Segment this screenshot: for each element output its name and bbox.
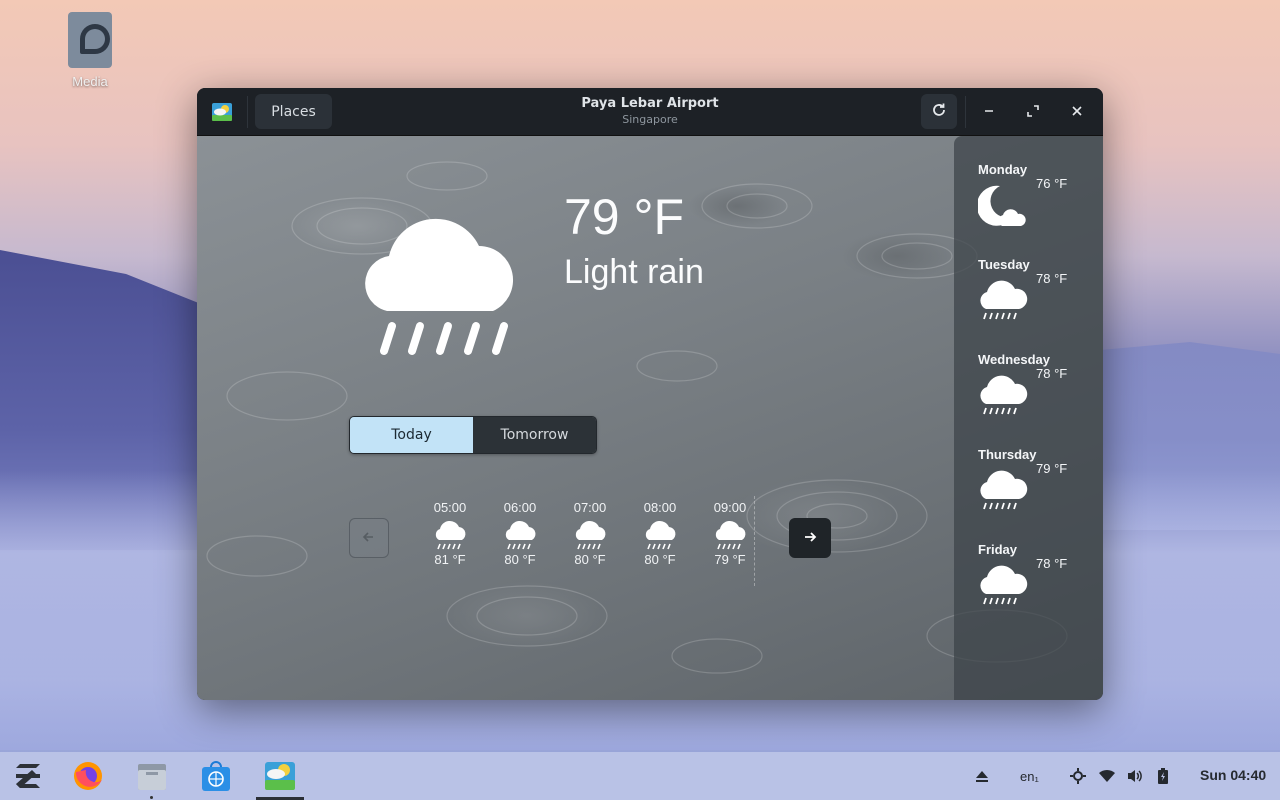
eject-icon (976, 771, 988, 782)
forecast-day: Tuesday 78 °F (978, 257, 1098, 347)
hour-time: 09:00 (713, 500, 747, 515)
light-rain-icon (505, 520, 536, 550)
hourly-item: 06:00 80 °F (495, 500, 545, 567)
hourly-item: 07:00 80 °F (565, 500, 615, 567)
forecast-sidebar: Monday 76 °F Tuesday 78 °F Wednesday 78 … (954, 136, 1103, 700)
close-button[interactable] (1065, 100, 1089, 124)
running-indicator (150, 796, 153, 799)
forecast-day-temperature: 78 °F (1036, 556, 1068, 571)
window-title: Paya Lebar Airport Singapore (197, 96, 1103, 126)
desktop-icon-label: Media (72, 74, 108, 89)
minimize-icon (985, 109, 993, 112)
current-temperature: 79 °F (564, 189, 685, 245)
day-toggle: Today Tomorrow (349, 416, 597, 454)
header-separator (965, 96, 966, 128)
wifi-button[interactable] (1098, 752, 1116, 800)
location-subtitle: Singapore (622, 113, 678, 126)
hour-temperature: 80 °F (574, 552, 606, 567)
clock[interactable]: Sun 04:40 (1200, 767, 1266, 783)
arrow-right-icon (805, 531, 817, 542)
wifi-icon (1099, 769, 1115, 782)
eject-button[interactable] (974, 752, 990, 800)
title-bar[interactable]: Places Paya Lebar Airport Singapore (197, 88, 1103, 136)
weather-window: Places Paya Lebar Airport Singapore 79 °… (197, 88, 1103, 700)
forecast-day-temperature: 79 °F (1036, 461, 1068, 476)
hour-temperature: 80 °F (644, 552, 676, 567)
maximize-button[interactable] (1021, 100, 1045, 124)
forecast-day: Friday 78 °F (978, 542, 1098, 632)
close-icon (1072, 105, 1082, 116)
forecast-day-temperature: 78 °F (1036, 271, 1068, 286)
zorin-menu-icon[interactable] (10, 758, 46, 794)
hour-temperature: 79 °F (714, 552, 746, 567)
arrow-left-icon (362, 531, 373, 542)
today-tab[interactable]: Today (350, 417, 473, 453)
volume-button[interactable] (1126, 752, 1144, 800)
current-condition: Light rain (564, 253, 704, 291)
forecast-day: Monday 76 °F (978, 162, 1098, 252)
forecast-day: Wednesday 78 °F (978, 352, 1098, 442)
rain-icon (980, 375, 1028, 415)
forecast-day-name: Monday (978, 162, 1028, 177)
rain-icon (980, 565, 1028, 605)
light-rain-large-icon (365, 218, 514, 355)
forecast-day-name: Tuesday (978, 257, 1030, 272)
refresh-button[interactable] (921, 94, 957, 129)
header-separator (247, 96, 248, 128)
night-cloud-icon (978, 185, 1026, 226)
hour-time: 08:00 (643, 500, 677, 515)
hourly-item: 09:00 79 °F (705, 500, 755, 567)
rain-icon (980, 470, 1028, 510)
hour-time: 07:00 (573, 500, 607, 515)
desktop-icon-media[interactable]: Media (60, 12, 120, 89)
rain-icon (980, 280, 1028, 320)
places-button[interactable]: Places (255, 94, 332, 129)
minimize-button[interactable] (977, 100, 1001, 124)
forecast-day-name: Wednesday (978, 352, 1051, 367)
firefox-icon[interactable] (70, 758, 106, 794)
current-hour-marker (754, 496, 755, 586)
next-hours-button[interactable] (789, 518, 831, 558)
forecast-day-name: Thursday (978, 447, 1037, 462)
hour-time: 05:00 (433, 500, 467, 515)
refresh-icon (933, 103, 945, 116)
light-rain-icon (715, 520, 746, 550)
forecast-day-temperature: 76 °F (1036, 176, 1068, 191)
hour-temperature: 80 °F (504, 552, 536, 567)
weather-content: 79 °F Light rain Today Tomorrow 05:00 81… (197, 136, 1103, 700)
battery-charging-icon (1158, 768, 1168, 784)
tomorrow-tab[interactable]: Tomorrow (473, 417, 596, 453)
light-rain-icon (645, 520, 676, 550)
drive-icon (68, 12, 112, 68)
brightness-icon (1070, 768, 1086, 784)
hourly-item: 05:00 81 °F (425, 500, 475, 567)
light-rain-icon (435, 520, 466, 550)
hour-temperature: 81 °F (434, 552, 466, 567)
keyboard-layout-indicator[interactable]: en₁ (1020, 752, 1039, 800)
weather-taskbar-icon[interactable] (262, 758, 298, 794)
hour-time: 06:00 (503, 500, 537, 515)
files-icon[interactable] (134, 758, 170, 794)
software-store-icon[interactable] (198, 758, 234, 794)
light-rain-icon (575, 520, 606, 550)
previous-hours-button[interactable] (349, 518, 389, 558)
weather-app-icon (212, 103, 232, 121)
forecast-day-temperature: 78 °F (1036, 366, 1068, 381)
hourly-item: 08:00 80 °F (635, 500, 685, 567)
battery-button[interactable] (1156, 752, 1170, 800)
forecast-day-name: Friday (978, 542, 1018, 557)
location-title: Paya Lebar Airport (581, 96, 719, 111)
taskbar (0, 752, 1280, 800)
forecast-day: Thursday 79 °F (978, 447, 1098, 537)
brightness-button[interactable] (1070, 752, 1086, 800)
volume-icon (1128, 770, 1142, 782)
maximize-icon (1027, 104, 1039, 117)
